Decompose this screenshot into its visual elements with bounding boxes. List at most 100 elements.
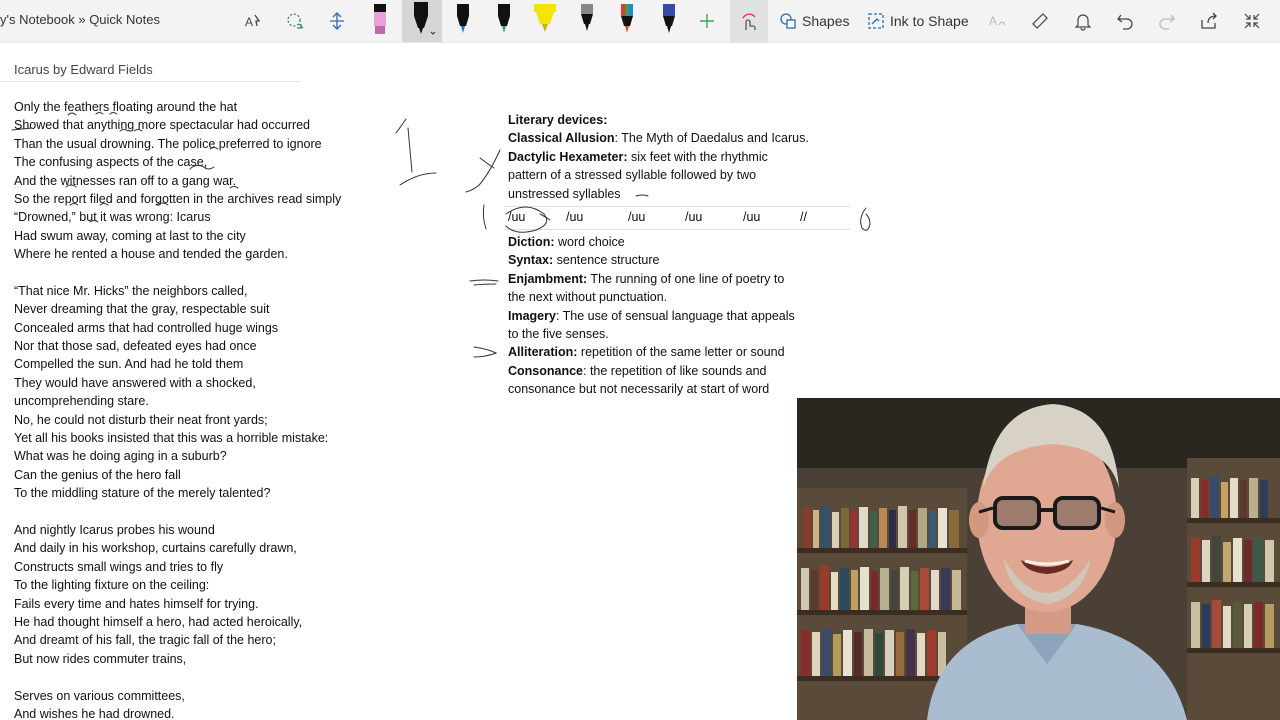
ink-stroke xyxy=(860,207,871,231)
lasso-select-icon[interactable]: A xyxy=(240,0,266,42)
pen-galaxy-icon[interactable] xyxy=(658,0,680,42)
poem-line: Concealed arms that had controlled huge … xyxy=(14,320,279,335)
diction-term: Diction: xyxy=(508,235,555,249)
poem-line: What was he doing aging in a suburb? xyxy=(14,449,227,464)
syntax-term: Syntax: xyxy=(508,253,554,268)
enjambment-definition-line-2: the next without punctuation. xyxy=(508,290,668,305)
dactylic-definition: six feet with the rhythmic xyxy=(627,149,768,164)
breadcrumb[interactable]: y's Notebook » Quick Notes xyxy=(0,12,160,27)
svg-text:A: A xyxy=(245,15,253,29)
pen-blue-icon[interactable] xyxy=(452,0,474,42)
poem-line: And nightly Icarus probes his wound xyxy=(14,522,215,537)
highlighter-yellow-icon[interactable] xyxy=(530,0,560,42)
meter-foot: /uu xyxy=(566,210,584,224)
pen-black-selected-icon[interactable] xyxy=(402,0,442,42)
poem-line: And wishes he had drowned. xyxy=(14,706,175,720)
poem-line: Serves on various committees, xyxy=(14,688,185,703)
poem-line: To the middling stature of the merely ta… xyxy=(14,486,271,501)
dactylic-definition-line-2: pattern of a stressed syllable followed … xyxy=(508,168,757,183)
pen-rainbow-icon[interactable] xyxy=(616,0,638,42)
poem-stanza-4: Serves on various committees, And wishes… xyxy=(14,687,404,720)
shapes-icon xyxy=(780,13,796,29)
touch-draw-icon[interactable] xyxy=(730,0,768,42)
poem-line: Where he rented a house and tended the g… xyxy=(14,247,288,262)
poem-line: And daily in his workshop, curtains care… xyxy=(14,541,297,556)
poem-line: Nor that those sad, defeated eyes had on… xyxy=(14,339,257,354)
poem-line: To the lighting fixture on the ceiling: xyxy=(14,578,210,593)
dactylic-term: Dactylic Hexameter: xyxy=(508,149,628,164)
title-underline xyxy=(0,81,300,82)
poem-line: But now rides commuter trains, xyxy=(14,651,187,666)
ink-to-shape-label: Ink to Shape xyxy=(890,13,969,29)
imagery-definition: : The use of sensual language that appea… xyxy=(555,308,795,323)
consonance-definition-line-2: consonance but not necessarily at start … xyxy=(508,382,770,397)
poem-line: The confusing aspects of the case, xyxy=(14,155,208,170)
poem-stanza-3: And nightly Icarus probes his wound And … xyxy=(14,521,404,668)
pen-gray-icon[interactable] xyxy=(576,0,598,42)
poem-line: Had swum away, coming at last to the cit… xyxy=(14,228,246,243)
ink-stroke xyxy=(473,346,498,358)
poem-line: uncomprehending stare. xyxy=(14,394,149,409)
poem-line: “Drowned,” but it was wrong: Icarus xyxy=(14,210,211,225)
diction-definition: word choice xyxy=(554,235,625,249)
undo-icon[interactable] xyxy=(1113,0,1137,42)
poem-line: Yet all his books insisted that this was… xyxy=(14,431,329,446)
poem-line: No, he could not disturb their neat fron… xyxy=(14,412,268,427)
imagery-definition-line-2: to the five senses. xyxy=(508,327,609,342)
share-icon[interactable] xyxy=(1197,0,1221,42)
literary-devices-notes[interactable]: Literary devices: Classical Allusion: Th… xyxy=(508,111,848,203)
shapes-button[interactable]: Shapes xyxy=(779,0,849,42)
bell-icon[interactable] xyxy=(1071,0,1095,42)
meter-scansion-table[interactable]: /uu /uu /uu /uu /uu // xyxy=(504,206,850,230)
meter-foot: // xyxy=(800,210,807,224)
notes-heading: Literary devices: xyxy=(508,113,608,127)
webcam-presenter-image xyxy=(797,398,1280,720)
poem-text[interactable]: Only the feathers floating around the ha… xyxy=(14,98,404,720)
ink-to-text-icon[interactable]: A xyxy=(986,0,1010,42)
consonance-definition: : the repetition of like sounds and xyxy=(583,363,767,378)
redo-icon[interactable] xyxy=(1155,0,1179,42)
svg-text:A: A xyxy=(989,14,997,28)
page-title[interactable]: Icarus by Edward Fields xyxy=(14,62,153,77)
allusion-definition: : The Myth of Daedalus and Icarus. xyxy=(614,131,809,146)
poem-line: Never dreaming that the gray, respectabl… xyxy=(14,302,270,317)
imagery-term: Imagery xyxy=(508,308,556,323)
poem-line: He had thought himself a hero, had acted… xyxy=(14,614,303,629)
literary-devices-notes-continued[interactable]: Diction: word choice Syntax: sentence st… xyxy=(508,233,848,399)
poem-line: So the report filed and forgotten in the… xyxy=(14,191,342,206)
webcam-video-overlay xyxy=(797,398,1280,720)
dactylic-definition-line-3: unstressed syllables xyxy=(508,186,621,201)
highlighter-pink-icon[interactable] xyxy=(368,0,392,42)
ruler-icon[interactable] xyxy=(1028,0,1052,42)
add-pen-icon[interactable] xyxy=(696,0,718,42)
poem-stanza-1: Only the feathers floating around the ha… xyxy=(14,98,404,264)
meter-foot: /uu xyxy=(508,210,526,224)
poem-stanza-2: “That nice Mr. Hicks” the neighbors call… xyxy=(14,282,404,503)
lasso-icon[interactable] xyxy=(282,0,308,42)
alliteration-term: Alliteration: xyxy=(508,345,578,360)
ink-to-shape-icon xyxy=(868,13,884,29)
poem-line: Compelled the sun. And had he told them xyxy=(14,357,244,372)
poem-line: Showed that anything more spectacular ha… xyxy=(14,118,311,133)
consonance-term: Consonance xyxy=(508,363,584,378)
pen-green-icon[interactable] xyxy=(493,0,515,42)
collapse-icon[interactable] xyxy=(1240,0,1264,42)
poem-line: Only the feathers floating around the ha… xyxy=(14,100,238,114)
poem-line: Can the genius of the hero fall xyxy=(14,467,181,482)
poem-line: And dreamt of his fall, the tragic fall … xyxy=(14,633,276,648)
enjambment-definition: The running of one line of poetry to xyxy=(587,271,785,286)
poem-line: And the witnesses ran off to a gang war. xyxy=(14,173,237,188)
ink-stroke xyxy=(465,149,501,193)
poem-line: “That nice Mr. Hicks” the neighbors call… xyxy=(14,283,248,298)
ribbon-toolbar: y's Notebook » Quick Notes A Shapes Ink … xyxy=(0,0,1280,42)
poem-line: They would have answered with a shocked, xyxy=(14,375,256,390)
ink-stroke xyxy=(469,279,499,286)
allusion-term: Classical Allusion xyxy=(508,131,615,146)
add-space-icon[interactable] xyxy=(324,0,350,42)
poem-line: Fails every time and hates himself for t… xyxy=(14,596,259,611)
shapes-label: Shapes xyxy=(802,13,850,29)
enjambment-term: Enjambment: xyxy=(508,271,588,286)
ink-stroke xyxy=(482,204,487,230)
poem-line: Constructs small wings and tries to fly xyxy=(14,559,224,574)
ink-to-shape-button[interactable]: Ink to Shape xyxy=(867,0,969,42)
